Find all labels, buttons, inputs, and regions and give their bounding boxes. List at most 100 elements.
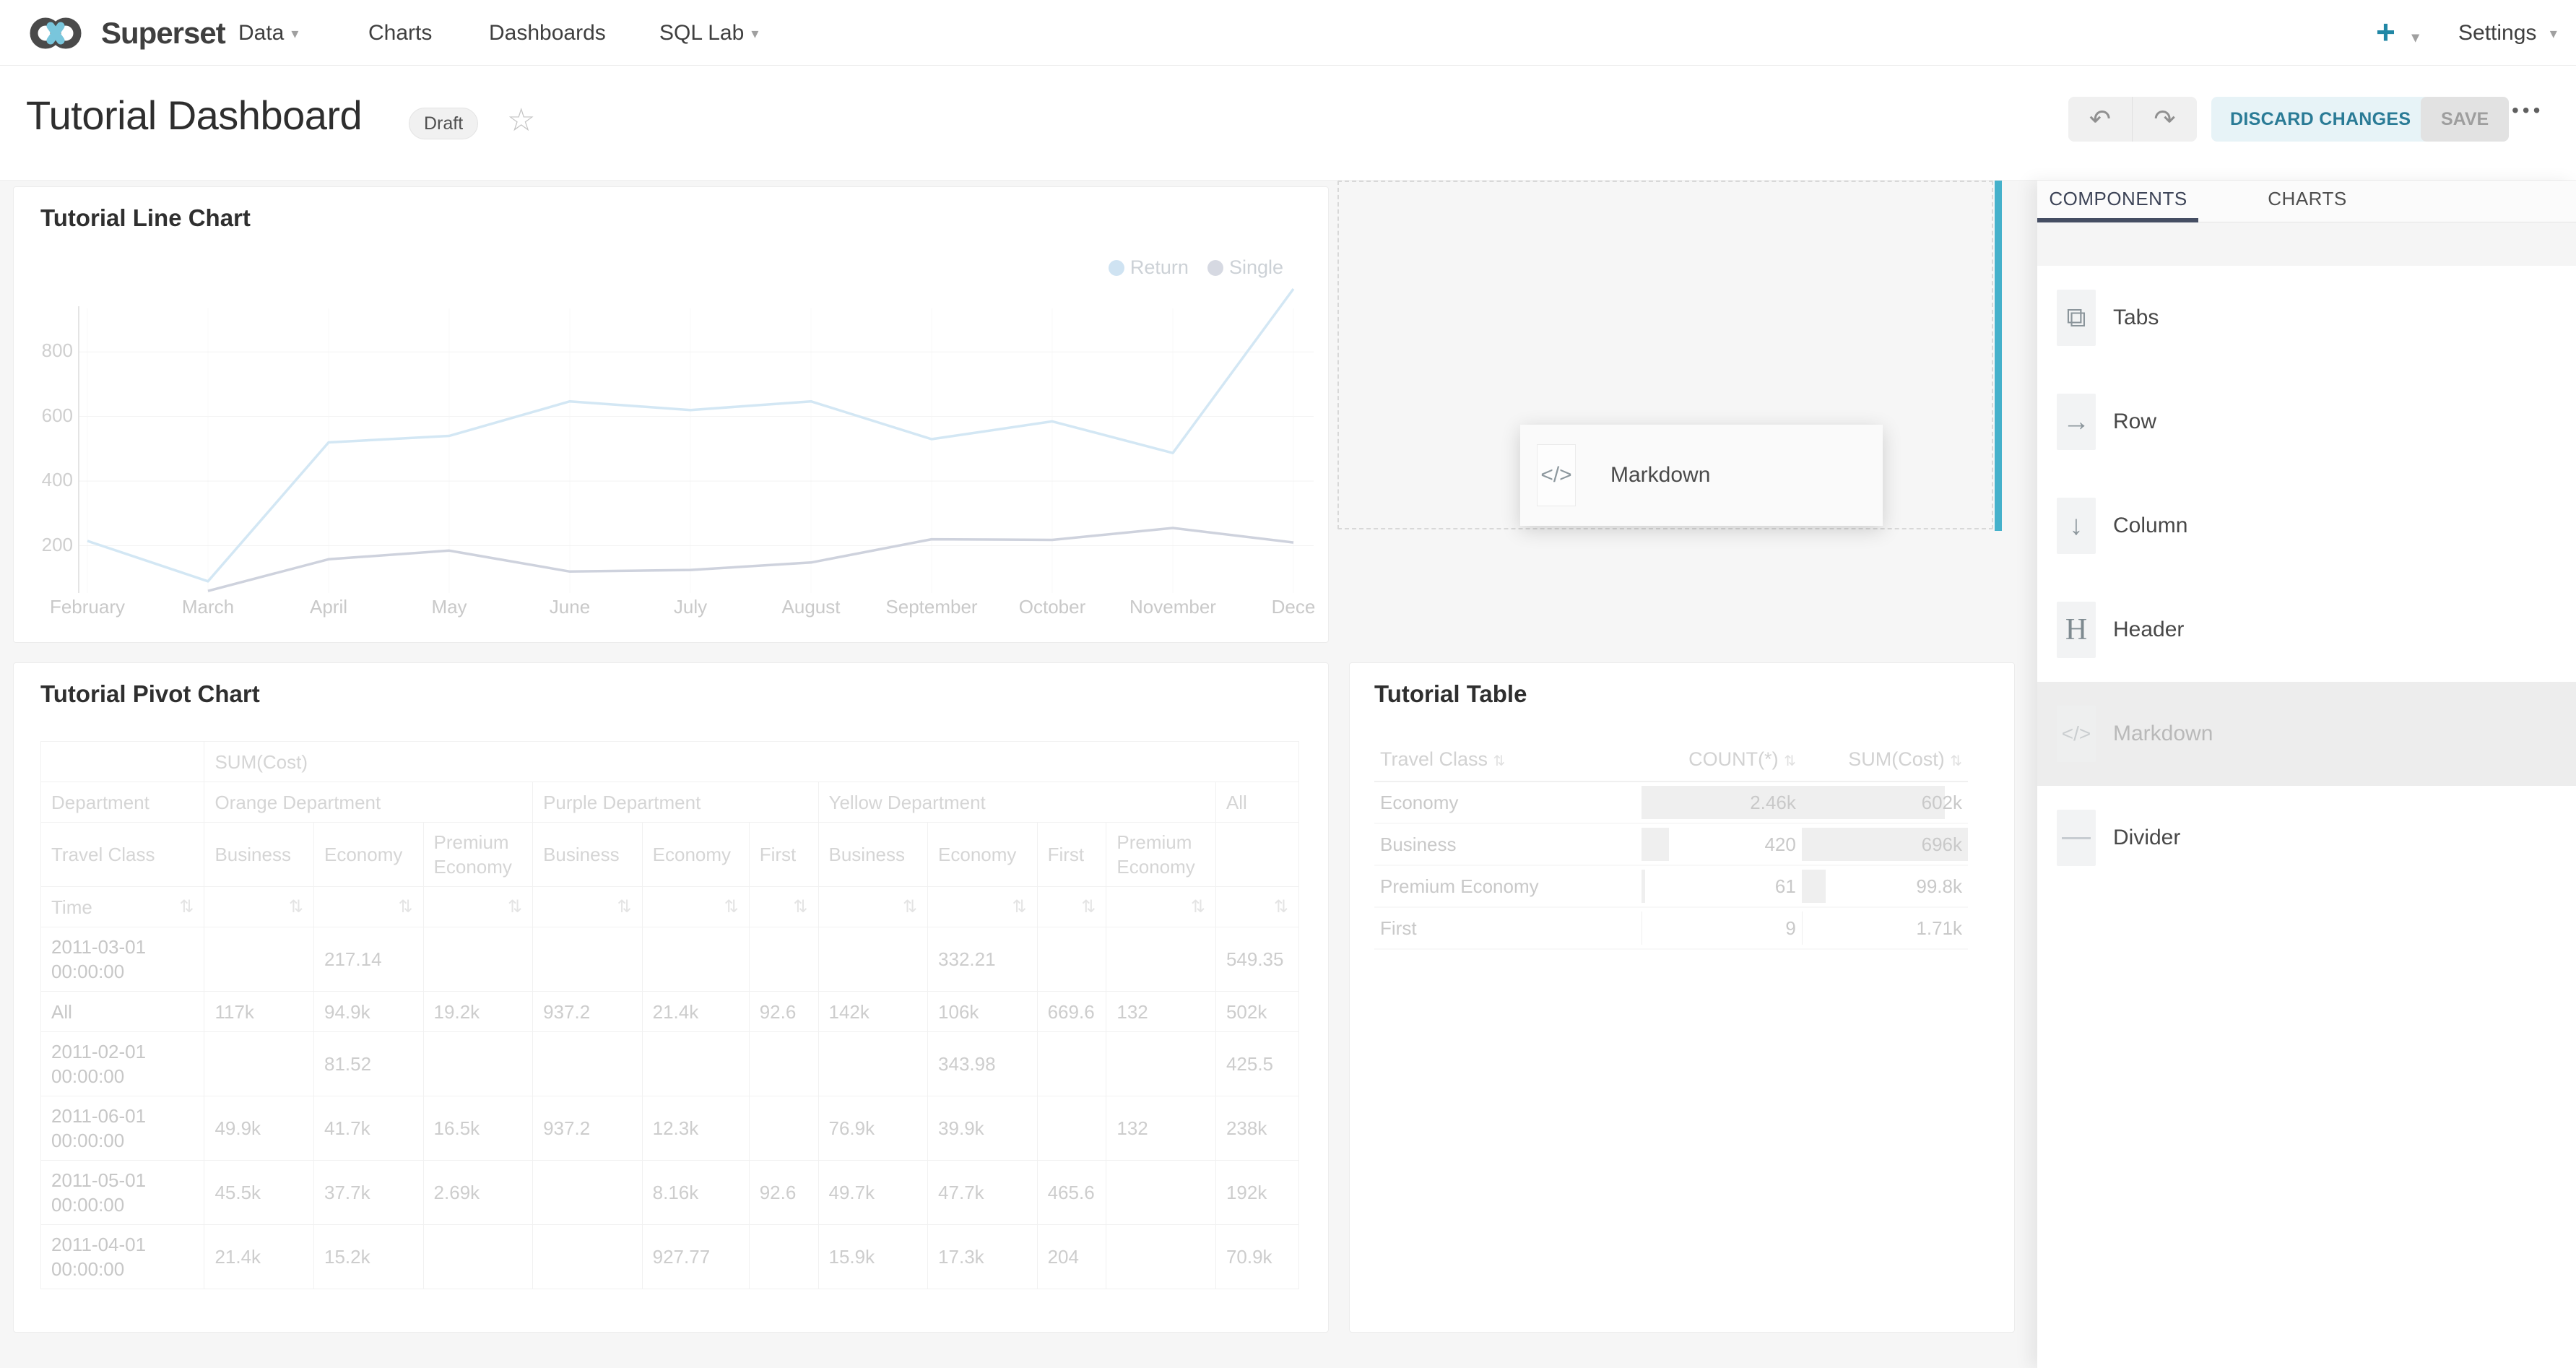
pivot-sort-cell[interactable]: ⇅ — [1106, 887, 1216, 927]
x-tick-label: May — [391, 596, 507, 618]
pivot-sort-cell[interactable]: ⇅ — [423, 887, 533, 927]
table-col-header[interactable]: SUM(Cost) ⇅ — [1802, 738, 1968, 782]
table-row[interactable]: Premium Economy6199.8k — [1374, 865, 1968, 907]
superset-app: Superset Data▾ Charts Dashboards SQL Lab▾ +… — [0, 0, 2576, 1368]
component-item-tabs[interactable]: ⧉Tabs — [2037, 266, 2576, 370]
legend-item-single[interactable]: Single — [1207, 256, 1283, 279]
redo-button[interactable]: ↷ — [2133, 97, 2197, 142]
settings-menu[interactable]: Settings ▾ — [2458, 0, 2557, 66]
sort-icon[interactable]: ⇅ — [289, 895, 303, 919]
pivot-sort-cell[interactable]: ⇅ — [1215, 887, 1298, 927]
dashboard-header: Tutorial Dashboard Draft ☆ ↶ ↷ DISCARD C… — [0, 66, 2576, 181]
nav-item-charts[interactable]: Charts — [368, 0, 432, 66]
nav-item-data[interactable]: Data▾ — [238, 0, 298, 66]
sort-icon[interactable]: ⇅ — [1950, 753, 1962, 769]
undo-button[interactable]: ↶ — [2068, 97, 2133, 142]
table-col-header[interactable]: COUNT(*) ⇅ — [1642, 738, 1802, 782]
pivot-sort-cell[interactable]: ⇅ — [204, 887, 314, 927]
sort-icon[interactable]: ⇅ — [903, 895, 917, 919]
pivot-cell — [1037, 927, 1106, 992]
discard-changes-button[interactable]: DISCARD CHANGES — [2211, 97, 2429, 142]
legend-item-return[interactable]: Return — [1109, 256, 1189, 279]
sort-icon[interactable]: ⇅ — [724, 895, 739, 919]
legend-label: Return — [1130, 256, 1189, 279]
pivot-sort-cell[interactable]: ⇅ — [642, 887, 749, 927]
pivot-cell: 204 — [1037, 1225, 1106, 1289]
nav-item-dashboards[interactable]: Dashboards — [489, 0, 606, 66]
pivot-cell — [642, 1032, 749, 1096]
pivot-cell: 238k — [1215, 1096, 1298, 1161]
sort-icon[interactable]: ⇅ — [1784, 753, 1796, 769]
tab-components[interactable]: COMPONENTS — [2037, 181, 2199, 222]
col-header-label: SUM(Cost) — [1848, 748, 1950, 770]
status-badge: Draft — [409, 108, 478, 139]
pivot-col-header: Business — [533, 823, 643, 887]
pivot-cell — [1037, 1032, 1106, 1096]
nav-item-sql-lab[interactable]: SQL Lab▾ — [659, 0, 758, 66]
markdown-drag-preview[interactable]: </> Markdown — [1520, 425, 1883, 526]
pivot-sort-cell[interactable]: ⇅ — [533, 887, 643, 927]
sort-icon[interactable]: ⇅ — [508, 895, 522, 919]
component-label: Header — [2113, 578, 2184, 682]
sort-icon[interactable]: ⇅ — [1012, 895, 1026, 919]
row-icon: → — [2057, 394, 2096, 450]
superset-logo[interactable]: Superset — [29, 0, 225, 66]
pivot-col-header: Premium Economy — [1106, 823, 1216, 887]
pivot-table: SUM(Cost)DepartmentOrange DepartmentPurp… — [40, 741, 1299, 1289]
pivot-cell — [204, 1032, 314, 1096]
component-item-row[interactable]: → Row — [2037, 370, 2576, 474]
pivot-cell: 12.3k — [642, 1096, 749, 1161]
sort-icon[interactable]: ⇅ — [1274, 895, 1288, 919]
pivot-cell — [533, 1225, 643, 1289]
chevron-down-icon: ▾ — [2550, 26, 2557, 42]
page-title[interactable]: Tutorial Dashboard — [26, 92, 362, 139]
pivot-cell: 15.2k — [314, 1225, 424, 1289]
tab-charts[interactable]: CHARTS — [2199, 181, 2416, 222]
pivot-col-header: First — [749, 823, 818, 887]
sort-icon[interactable]: ⇅ — [1191, 895, 1205, 919]
pivot-cell: 106k — [928, 992, 1038, 1032]
table-row[interactable]: Economy2.46k602k — [1374, 782, 1968, 823]
chart-title: Tutorial Line Chart — [40, 204, 251, 232]
pivot-cell — [1106, 1161, 1216, 1225]
component-item-markdown[interactable]: </>Markdown — [2037, 682, 2576, 786]
pivot-sort-cell[interactable]: ⇅ — [1037, 887, 1106, 927]
sort-icon[interactable]: ⇅ — [179, 895, 194, 919]
brand-name: Superset — [101, 16, 225, 51]
cell-sum: 99.8k — [1802, 865, 1968, 907]
pivot-time-header[interactable]: Time⇅ — [41, 887, 204, 927]
panel-tab-bar: COMPONENTS CHARTS — [2037, 181, 2576, 222]
favorite-star-icon[interactable]: ☆ — [507, 102, 535, 139]
pivot-sort-cell[interactable]: ⇅ — [314, 887, 424, 927]
component-item-column[interactable]: ↓Column — [2037, 474, 2576, 578]
pivot-sort-cell[interactable]: ⇅ — [749, 887, 818, 927]
pivot-sort-cell[interactable]: ⇅ — [928, 887, 1038, 927]
pivot-cell: 16.5k — [423, 1096, 533, 1161]
more-options-button[interactable]: ••• — [2512, 99, 2544, 122]
table-row[interactable]: First91.71k — [1374, 907, 1968, 949]
x-tick-label: April — [271, 596, 386, 618]
save-button[interactable]: SAVE — [2421, 97, 2509, 142]
component-item-header[interactable]: HHeader — [2037, 578, 2576, 682]
component-label: Row — [2113, 370, 2156, 474]
x-tick-label: June — [512, 596, 628, 618]
component-label: Column — [2113, 474, 2187, 578]
pivot-cell: 465.6 — [1037, 1161, 1106, 1225]
pivot-sort-cell[interactable]: ⇅ — [818, 887, 928, 927]
sort-icon[interactable]: ⇅ — [1493, 753, 1506, 769]
component-item-divider[interactable]: Divider — [2037, 786, 2576, 890]
sort-icon[interactable]: ⇅ — [617, 895, 632, 919]
sort-icon[interactable]: ⇅ — [398, 895, 412, 919]
pivot-row: 2011-04-01 00:00:0021.4k15.2k927.7715.9k… — [41, 1225, 1299, 1289]
sort-icon[interactable]: ⇅ — [1081, 895, 1096, 919]
markdown-icon: </> — [1537, 444, 1576, 506]
new-item-button[interactable]: + ▾ — [2376, 0, 2419, 66]
pivot-group-header: Yellow Department — [818, 782, 1215, 823]
table-col-header[interactable]: Travel Class ⇅ — [1374, 738, 1642, 782]
table-row[interactable]: Business420696k — [1374, 823, 1968, 865]
pivot-cell: 19.2k — [423, 992, 533, 1032]
legend-dot-icon — [1207, 260, 1223, 276]
sort-icon[interactable]: ⇅ — [793, 895, 807, 919]
pivot-cell — [1106, 1032, 1216, 1096]
pivot-row: 2011-02-01 00:00:0081.52343.98425.5 — [41, 1032, 1299, 1096]
